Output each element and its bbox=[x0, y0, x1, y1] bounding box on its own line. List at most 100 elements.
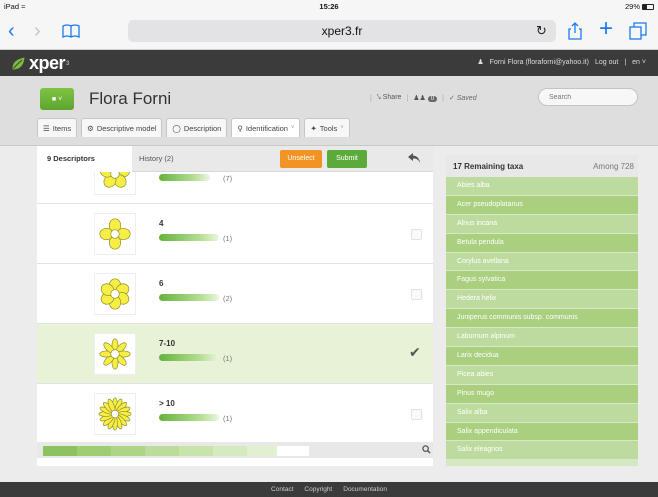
tab-descriptors[interactable]: 9 Descriptors bbox=[37, 146, 132, 172]
xper-logo[interactable]: xper 3 bbox=[10, 53, 69, 74]
user-icon: ♟ bbox=[477, 59, 484, 66]
browser-toolbar: ‹ › xper3.fr ↻ + bbox=[0, 14, 658, 50]
frequency-bar bbox=[159, 414, 219, 421]
taxon-item[interactable]: Salix eleagnos bbox=[446, 441, 638, 461]
users-icon: ♟♟ bbox=[413, 95, 426, 102]
state-row[interactable]: 4 (1) bbox=[37, 204, 433, 264]
reply-all-icon[interactable] bbox=[407, 152, 421, 164]
bookmarks-icon[interactable] bbox=[62, 24, 80, 38]
taxon-item[interactable]: Hedera helix bbox=[446, 290, 638, 310]
tab-identification[interactable]: ⚲ Identification ˅ bbox=[231, 118, 301, 137]
battery-status: 29% bbox=[625, 2, 654, 11]
project-title: Flora Forni bbox=[89, 89, 172, 108]
taxon-item[interactable]: Laburnum alpinum bbox=[446, 328, 638, 348]
checkmark-icon[interactable]: ✔ bbox=[409, 344, 421, 361]
state-label: 6 bbox=[159, 279, 164, 288]
tab-description[interactable]: ◯ Description bbox=[166, 118, 228, 137]
app-header: xper 3 ♟ Forni Flora (floraforni@yahoo.it… bbox=[0, 50, 658, 76]
users-count-badge: 0 bbox=[427, 96, 438, 102]
state-label: > 10 bbox=[159, 399, 175, 408]
divider: | bbox=[442, 94, 444, 102]
state-checkbox[interactable] bbox=[411, 409, 422, 420]
state-count: (1) bbox=[223, 234, 233, 243]
frequency-bar bbox=[159, 294, 219, 301]
strip-segment bbox=[247, 446, 277, 456]
main-tabs: ☰ Items ⚙ Descriptive model ◯ Description ⚲… bbox=[37, 118, 350, 137]
battery-icon bbox=[642, 3, 654, 10]
chevron-down-icon: ˅ bbox=[290, 125, 295, 131]
tab-history[interactable]: History (2) bbox=[139, 146, 174, 172]
state-label: 4 bbox=[159, 219, 164, 228]
state-checkbox[interactable] bbox=[411, 229, 422, 240]
tab-tools[interactable]: ✦ Tools ˅ bbox=[304, 118, 350, 137]
taxon-item[interactable]: Salix alba bbox=[446, 403, 638, 423]
frequency-bar bbox=[159, 234, 219, 241]
state-list: (7) 4 (1) 6 (2) 7-10 (1) ✔ > 10 (1) bbox=[37, 172, 433, 442]
share-nodes-icon: ⤥ bbox=[376, 94, 381, 101]
share-button[interactable]: ⤥ Share bbox=[377, 94, 402, 102]
state-row[interactable]: 6 (2) bbox=[37, 264, 433, 324]
search-icon[interactable] bbox=[422, 445, 431, 454]
state-checkbox[interactable] bbox=[411, 289, 422, 300]
taxon-item[interactable]: Corylus avellana bbox=[446, 252, 638, 272]
documentation-link[interactable]: Documentation bbox=[343, 486, 387, 493]
folder-icon: ■ bbox=[51, 95, 57, 103]
project-actions: | ⤥ Share | ♟♟ 0 | ✓ Saved bbox=[370, 94, 477, 102]
state-count: (1) bbox=[223, 414, 233, 423]
gears-icon: ⚙ bbox=[87, 123, 94, 133]
user-link[interactable]: Forni Flora (floraforni@yahoo.it) bbox=[490, 59, 589, 66]
contact-link[interactable]: Contact bbox=[271, 486, 293, 493]
language-select[interactable]: en ˅ bbox=[632, 59, 646, 66]
taxon-item[interactable]: Betula pendula bbox=[446, 233, 638, 253]
flower-petals-icon bbox=[94, 333, 136, 375]
url-field[interactable]: xper3.fr bbox=[128, 20, 556, 42]
submit-button[interactable]: Submit bbox=[327, 150, 367, 168]
list-icon: ☰ bbox=[43, 123, 50, 133]
search-icon: ⚲ bbox=[237, 123, 243, 133]
taxon-item[interactable]: Acer pseudoplatanus bbox=[446, 195, 638, 215]
project-bar: ■ ˅ Flora Forni | ⤥ Share | ♟♟ 0 | ✓ Sav… bbox=[0, 76, 658, 146]
taxon-item[interactable]: Fagus sylvatica bbox=[446, 271, 638, 291]
strip-segment bbox=[179, 446, 213, 456]
divider: | bbox=[406, 94, 409, 102]
descriptor-panel: 9 Descriptors History (2) Unselect Submi… bbox=[37, 146, 433, 466]
state-count: (7) bbox=[223, 174, 233, 183]
state-label: 7-10 bbox=[159, 339, 176, 348]
taxon-item[interactable]: Alnus incana bbox=[446, 214, 638, 234]
taxon-item[interactable]: Salix appendiculata bbox=[446, 422, 638, 442]
strip-segment bbox=[43, 446, 77, 456]
copyright-link[interactable]: Copyright bbox=[304, 486, 332, 493]
users-button[interactable]: ♟♟ 0 bbox=[413, 94, 438, 102]
tabs-icon[interactable] bbox=[629, 22, 647, 40]
remaining-taxa-title: 17 Remaining taxa bbox=[453, 161, 524, 171]
tab-descriptive-model[interactable]: ⚙ Descriptive model bbox=[81, 118, 163, 137]
unselect-button[interactable]: Unselect bbox=[280, 150, 322, 168]
state-count: (2) bbox=[223, 294, 233, 303]
folder-menu-button[interactable]: ■ ˅ bbox=[40, 88, 74, 110]
logo-text: xper bbox=[29, 53, 66, 73]
state-row[interactable]: (7) bbox=[37, 172, 433, 204]
scroll-strip[interactable] bbox=[37, 442, 433, 458]
chevron-down-icon: ˅ bbox=[340, 125, 344, 131]
reload-icon[interactable]: ↻ bbox=[536, 20, 547, 42]
taxon-item[interactable]: Pinus mugo bbox=[446, 384, 638, 404]
taxon-item[interactable]: Juniperus communis subsp. communis bbox=[446, 309, 638, 329]
flower-petals-icon bbox=[94, 213, 136, 255]
taxon-item[interactable]: Picea abies bbox=[446, 365, 638, 385]
chevron-down-icon: ˅ bbox=[58, 95, 63, 103]
forward-icon[interactable]: › bbox=[34, 21, 41, 41]
new-tab-icon[interactable]: + bbox=[599, 17, 613, 41]
search-input[interactable] bbox=[538, 88, 638, 106]
saved-status: ✓ Saved bbox=[448, 95, 477, 102]
remaining-taxa-panel: 17 Remaining taxa Among 728 Abies alba Ac… bbox=[446, 155, 638, 466]
back-icon[interactable]: ‹ bbox=[8, 21, 15, 41]
state-row[interactable]: > 10 (1) bbox=[37, 384, 433, 442]
share-icon[interactable] bbox=[567, 22, 583, 40]
tab-items[interactable]: ☰ Items bbox=[37, 118, 78, 137]
state-row[interactable]: 7-10 (1) ✔ bbox=[37, 324, 433, 384]
taxon-item[interactable]: Larix decidua bbox=[446, 347, 638, 366]
strip-segment bbox=[111, 446, 145, 456]
logout-link[interactable]: Log out bbox=[595, 59, 618, 66]
clock: 15:26 bbox=[319, 2, 339, 11]
taxon-item[interactable]: Abies alba bbox=[446, 177, 638, 196]
